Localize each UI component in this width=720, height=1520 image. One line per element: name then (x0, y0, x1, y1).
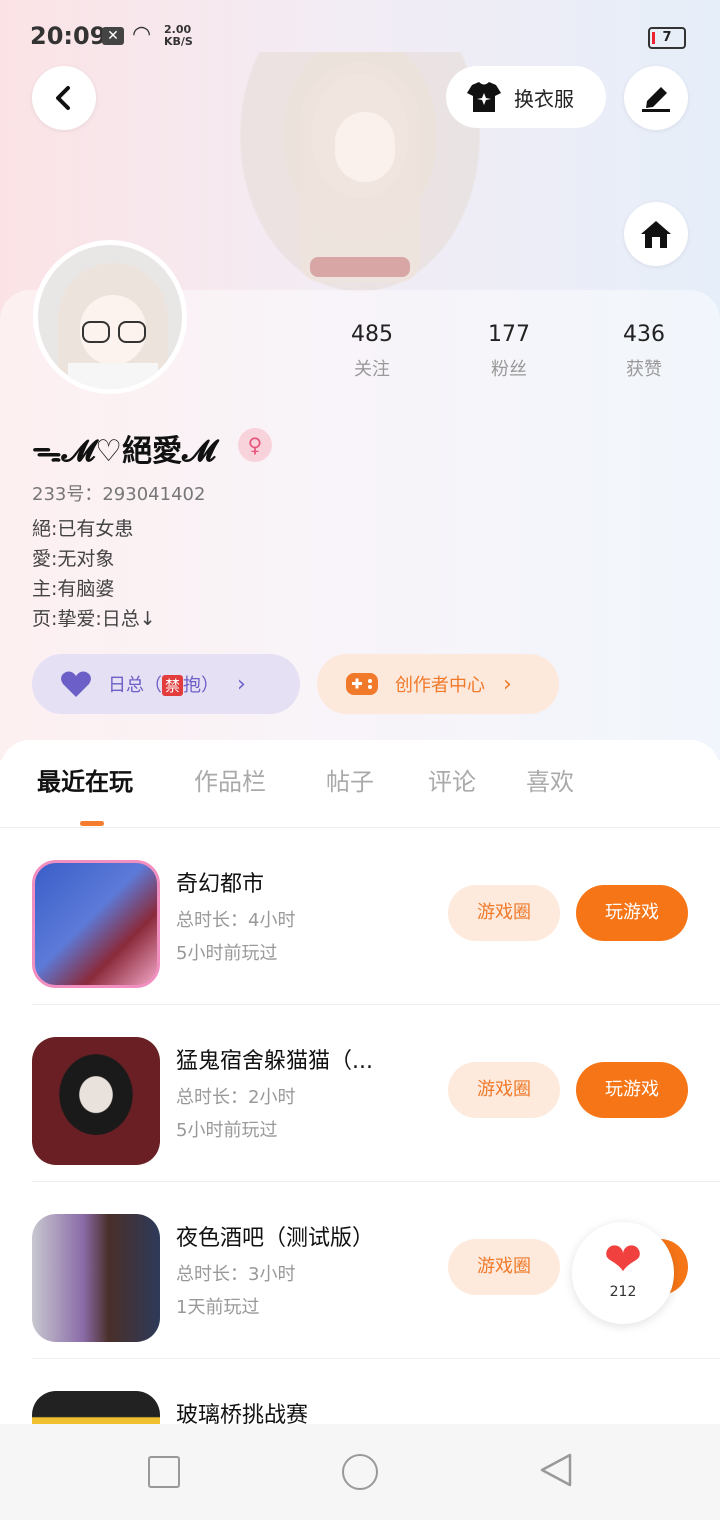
game-circle-button[interactable]: 游戏圈 (448, 1062, 560, 1118)
stat-value: 436 (623, 322, 665, 347)
creator-center-button[interactable]: 创作者中心 › (317, 654, 559, 714)
recents-button[interactable] (148, 1456, 180, 1488)
wifi-icon: ◠ (132, 22, 152, 47)
notification-icon: ✕ (102, 27, 124, 45)
chevron-right-icon: › (237, 671, 246, 697)
game-title: 夜色酒吧（测试版） (176, 1226, 375, 1251)
game-title: 猛鬼宿舍躲猫猫（... (176, 1049, 373, 1074)
gamepad-icon (346, 673, 378, 695)
tab-recently-played[interactable]: 最近在玩 (37, 762, 133, 797)
system-nav-bar (0, 1424, 720, 1520)
stat-following[interactable]: 485 关注 (322, 322, 422, 381)
tab-comments[interactable]: 评论 (428, 762, 476, 797)
change-outfit-label: 换衣服 (514, 86, 574, 111)
back-nav-button[interactable] (538, 1452, 574, 1488)
stat-label: 获赞 (626, 359, 662, 380)
female-gender-icon: ♀ (238, 428, 272, 462)
stat-followers[interactable]: 177 粉丝 (459, 322, 559, 381)
stat-value: 177 (488, 322, 530, 347)
battery-icon: 7 (648, 27, 686, 49)
game-title: 玻璃桥挑战赛 (176, 1403, 309, 1424)
tab-posts[interactable]: 帖子 (326, 762, 374, 797)
game-meta: 总时长：3小时 1天前玩过 (176, 1264, 296, 1318)
floating-like-button[interactable]: ❤ 212 (572, 1222, 674, 1324)
tab-indicator (80, 821, 104, 826)
stat-value: 485 (351, 322, 393, 347)
heart-icon: ❤ (603, 1232, 643, 1286)
like-count: 212 (609, 1284, 637, 1300)
home-button[interactable] (624, 202, 688, 266)
game-icon (32, 1214, 160, 1342)
banned-badge: 禁 (162, 675, 184, 696)
home-nav-button[interactable] (342, 1454, 378, 1490)
back-button[interactable] (32, 66, 96, 130)
profile-tabs: 最近在玩 作品栏 帖子 评论 喜欢 (0, 762, 720, 826)
user-id: 233号：293041402 (32, 484, 206, 505)
game-icon (32, 1037, 160, 1165)
creator-center-label: 创作者中心 (395, 675, 485, 696)
game-icon (32, 860, 160, 988)
game-meta: 总时长：4小时 5小时前玩过 (176, 910, 296, 964)
stat-likes[interactable]: 436 获赞 (594, 322, 694, 381)
heart-icon (61, 671, 91, 697)
play-game-button[interactable]: 玩游戏 (576, 885, 688, 941)
game-row[interactable]: 奇幻都市 总时长：4小时 5小时前玩过 游戏圈 玩游戏 (0, 828, 720, 1005)
status-pill-label: 日总（禁抱） (108, 675, 220, 696)
game-meta: 总时长：2小时 5小时前玩过 (176, 1087, 296, 1141)
pen-icon (642, 87, 670, 112)
game-row[interactable]: 玻璃桥挑战赛 (0, 1359, 720, 1424)
game-row[interactable]: 猛鬼宿舍躲猫猫（... 总时长：2小时 5小时前玩过 游戏圈 玩游戏 (0, 1005, 720, 1182)
nickname: ᯓ𝓜♡絕愛𝓜 (32, 434, 216, 469)
stat-label: 关注 (354, 359, 390, 380)
stat-label: 粉丝 (491, 359, 527, 380)
shirt-icon (467, 82, 501, 112)
game-circle-button[interactable]: 游戏圈 (448, 1239, 560, 1295)
chevron-right-icon: › (503, 671, 512, 697)
cover-character-image (240, 52, 480, 292)
status-pill-button[interactable]: 日总（禁抱） › (32, 654, 300, 714)
home-icon (641, 221, 671, 248)
edit-profile-button[interactable] (624, 66, 688, 130)
network-speed: 2.00 KB/S (164, 23, 193, 48)
tab-works[interactable]: 作品栏 (194, 762, 266, 797)
game-icon (32, 1391, 160, 1424)
clock: 20:09 (30, 22, 107, 50)
avatar[interactable] (33, 240, 187, 394)
play-game-button[interactable]: 玩游戏 (576, 1062, 688, 1118)
game-title: 奇幻都市 (176, 872, 265, 897)
tab-likes[interactable]: 喜欢 (526, 762, 574, 797)
chevron-left-icon (56, 86, 70, 110)
profile-bio: 絕:已有女患 愛:无对象 主:有脑婆 页:挚爱:日总↓ (32, 518, 156, 630)
change-outfit-button[interactable]: 换衣服 (446, 66, 606, 128)
game-circle-button[interactable]: 游戏圈 (448, 885, 560, 941)
